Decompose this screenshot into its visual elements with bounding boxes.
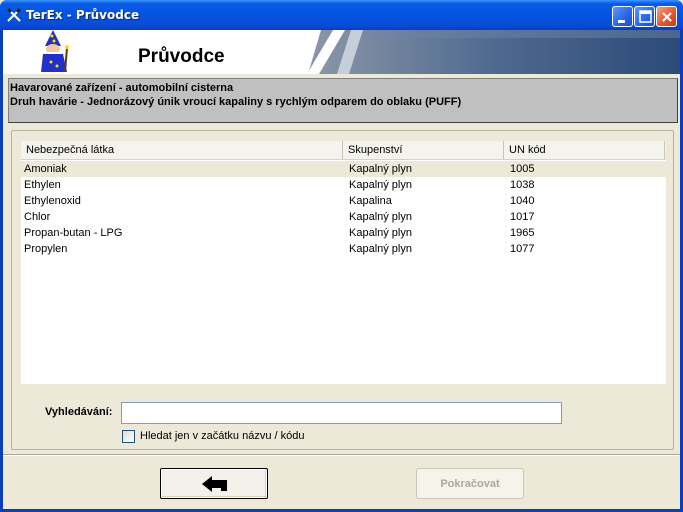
- app-window: TerEx - Průvodce Průvodce Havarované zař…: [0, 0, 683, 512]
- cell-substance: Chlor: [24, 211, 51, 223]
- prefix-search-label: Hledat jen v začátku názvu / kódu: [140, 430, 305, 442]
- list-header: Nebezpečná látka Skupenství UN kód: [21, 141, 666, 160]
- substance-panel: Nebezpečná látka Skupenství UN kód Amoni…: [11, 130, 674, 450]
- search-input[interactable]: [121, 402, 562, 424]
- cell-substance: Propan-butan - LPG: [24, 227, 123, 239]
- cell-substance: Amoniak: [24, 163, 67, 175]
- cell-substance: Propylen: [24, 243, 68, 255]
- cell-state: Kapalný plyn: [349, 163, 412, 175]
- cell-state: Kapalný plyn: [349, 211, 412, 223]
- cell-un-code: 1005: [510, 163, 535, 175]
- column-header-state[interactable]: Skupenství: [343, 141, 504, 159]
- cell-un-code: 1077: [510, 243, 535, 255]
- separator: [3, 454, 680, 456]
- minimize-button[interactable]: [612, 6, 633, 27]
- info-line-device: Havarované zařízení - automobilní cister…: [10, 82, 234, 94]
- arrow-left-icon: [202, 476, 227, 492]
- close-button[interactable]: [656, 6, 677, 27]
- search-label: Vyhledávání:: [45, 406, 113, 418]
- maximize-icon: [639, 10, 652, 23]
- cell-un-code: 1965: [510, 227, 535, 239]
- table-row[interactable]: Amoniak Kapalný plyn 1005: [21, 161, 666, 177]
- cell-un-code: 1040: [510, 195, 535, 207]
- banner-title: Průvodce: [138, 46, 225, 67]
- continue-button[interactable]: Pokračovat: [416, 468, 524, 499]
- cell-state: Kapalný plyn: [349, 179, 412, 191]
- cell-state: Kapalný plyn: [349, 227, 412, 239]
- close-icon: [662, 12, 672, 22]
- client-area: Průvodce Havarované zařízení - automobil…: [3, 30, 680, 509]
- list-rows: Amoniak Kapalný plyn 1005 Ethylen Kapalný pl…: [21, 161, 666, 257]
- wizard-icon: [41, 30, 69, 73]
- window-title: TerEx - Průvodce: [26, 8, 140, 22]
- cell-state: Kapalina: [349, 195, 392, 207]
- table-row[interactable]: Propan-butan - LPG Kapalný plyn 1965: [21, 225, 666, 241]
- table-row[interactable]: Ethylen Kapalný plyn 1038: [21, 177, 666, 193]
- column-header-un-code[interactable]: UN kód: [504, 141, 665, 159]
- prefix-search-checkbox[interactable]: [122, 430, 135, 443]
- maximize-button[interactable]: [634, 6, 655, 27]
- cell-un-code: 1017: [510, 211, 535, 223]
- table-row[interactable]: Propylen Kapalný plyn 1077: [21, 241, 666, 257]
- back-button[interactable]: [160, 468, 268, 499]
- wizard-banner: Průvodce: [3, 30, 680, 74]
- cell-un-code: 1038: [510, 179, 535, 191]
- cell-substance: Ethylenoxid: [24, 195, 81, 207]
- crossed-tools-icon: [6, 7, 22, 22]
- table-row[interactable]: Chlor Kapalný plyn 1017: [21, 209, 666, 225]
- title-bar[interactable]: TerEx - Průvodce: [0, 0, 683, 30]
- scenario-info: Havarované zařízení - automobilní cister…: [8, 78, 678, 123]
- column-header-substance[interactable]: Nebezpečná látka: [21, 141, 343, 159]
- substance-list[interactable]: Nebezpečná látka Skupenství UN kód Amoni…: [21, 141, 666, 384]
- cell-state: Kapalný plyn: [349, 243, 412, 255]
- banner-decoration: [307, 30, 680, 74]
- info-line-accident: Druh havárie - Jednorázový únik vroucí k…: [10, 96, 462, 108]
- minimize-icon: [618, 20, 625, 23]
- cell-substance: Ethylen: [24, 179, 61, 191]
- table-row[interactable]: Ethylenoxid Kapalina 1040: [21, 193, 666, 209]
